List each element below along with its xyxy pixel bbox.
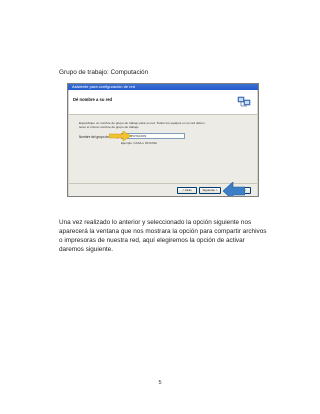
highlight-arrow-icon xyxy=(109,131,131,141)
next-button[interactable]: Siguiente > xyxy=(199,187,221,194)
wizard-header: Dé nombre a su red xyxy=(69,90,257,115)
back-button[interactable]: < Atrás xyxy=(177,187,197,194)
wizard-screenshot: Asistente para configuración de red Dé n… xyxy=(67,83,259,197)
body-paragraph: Una vez realizado lo anterior y seleccio… xyxy=(59,219,267,253)
wizard-description: Especifique un nombre de grupo de trabaj… xyxy=(79,121,205,129)
network-icon xyxy=(237,96,251,107)
next-pointer-arrow-icon xyxy=(223,182,245,196)
page-number: 5 xyxy=(158,380,162,386)
workgroup-example: Ejemplo: CASA u OFICINA xyxy=(121,141,158,145)
wizard-body: Dé nombre a su red Especifique un nombre… xyxy=(69,90,257,196)
wizard-header-title: Dé nombre a su red xyxy=(73,97,113,102)
section-heading: Grupo de trabajo: Computación xyxy=(59,69,149,76)
document-page: Grupo de trabajo: Computación Asistente … xyxy=(0,0,320,414)
